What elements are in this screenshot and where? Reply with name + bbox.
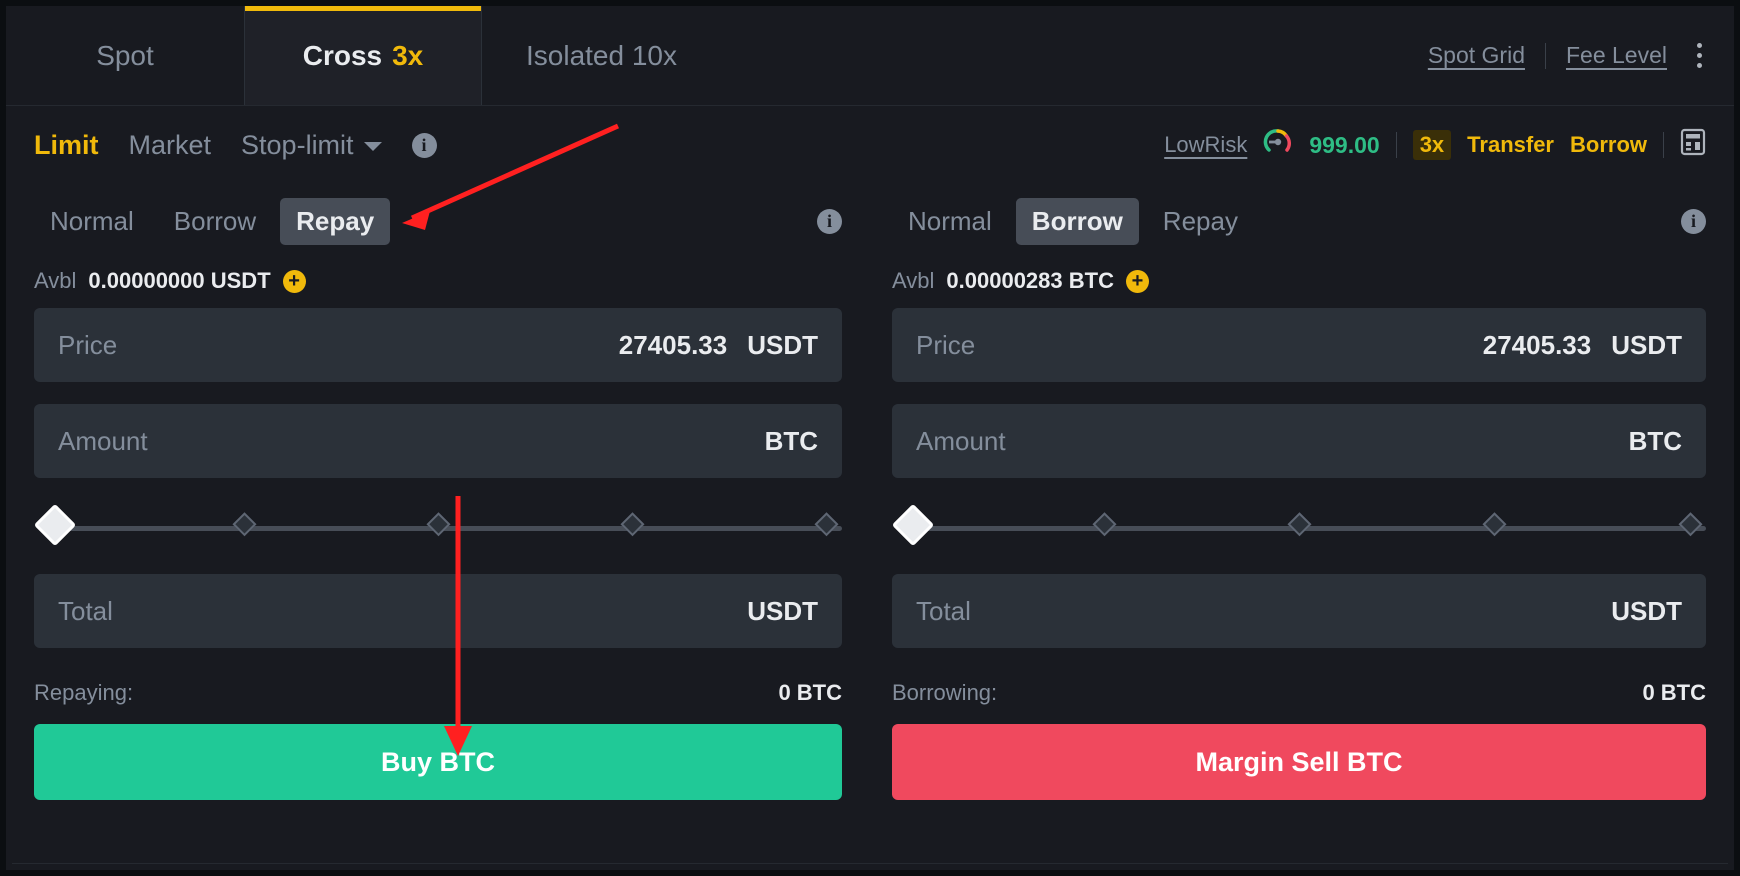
- sell-amount-field[interactable]: Amount BTC: [892, 404, 1706, 478]
- buy-price-value: 27405.33: [618, 329, 728, 360]
- buy-price-field[interactable]: Price 27405.33 USDT: [34, 308, 842, 382]
- order-type-market[interactable]: Market: [129, 130, 212, 161]
- sell-price-unit: USDT: [1611, 329, 1682, 360]
- risk-value: 999.00: [1309, 131, 1380, 158]
- tabbar-actions: Spot Grid Fee Level: [1428, 6, 1734, 105]
- borrow-link[interactable]: Borrow: [1570, 132, 1647, 158]
- sell-price-value: 27405.33: [1482, 329, 1592, 360]
- sell-slider-tick-75[interactable]: [1482, 512, 1507, 537]
- sell-total-unit: USDT: [1611, 595, 1682, 626]
- repaying-label: Repaying:: [34, 680, 134, 705]
- divider: [1663, 132, 1664, 158]
- spot-grid-link[interactable]: Spot Grid: [1428, 42, 1525, 69]
- tab-isolated[interactable]: Isolated 10x: [482, 6, 721, 105]
- sell-mode-row: Normal Borrow Repay i: [892, 188, 1706, 254]
- buy-mode-repay[interactable]: Repay: [280, 197, 391, 245]
- buy-order-form: Normal Borrow Repay i Avbl 0.00000000 US…: [6, 184, 870, 800]
- order-forms: Normal Borrow Repay i Avbl 0.00000000 US…: [6, 184, 1734, 800]
- divider: [1395, 132, 1397, 158]
- buy-mode-info-icon[interactable]: i: [817, 208, 842, 234]
- order-type-row: Limit Market Stop-limit i LowRisk 999.00…: [6, 106, 1734, 184]
- order-type-tabs: Limit Market Stop-limit i: [34, 130, 437, 161]
- divider: [1544, 42, 1546, 69]
- sell-total-field[interactable]: Total USDT: [892, 574, 1706, 648]
- buy-mode-tabs: Normal Borrow Repay: [34, 197, 391, 245]
- sell-mode-borrow[interactable]: Borrow: [1015, 197, 1139, 245]
- sell-mode-info-icon[interactable]: i: [1681, 208, 1706, 234]
- sell-amount-unit: BTC: [1628, 425, 1682, 456]
- tab-isolated-label: Isolated 10x: [526, 39, 677, 71]
- order-type-info-icon[interactable]: i: [411, 132, 437, 158]
- fee-level-link[interactable]: Fee Level: [1566, 42, 1667, 69]
- kebab-menu-icon[interactable]: [1687, 37, 1712, 74]
- sell-available-balance: Avbl 0.00000283 BTC +: [892, 254, 1706, 308]
- buy-slider-handle[interactable]: [33, 503, 77, 547]
- sell-slider-tick-50[interactable]: [1287, 512, 1312, 537]
- buy-button[interactable]: Buy BTC: [34, 724, 842, 800]
- buy-available-balance: Avbl 0.00000000 USDT +: [34, 254, 842, 308]
- tab-cross-label: Cross: [302, 39, 383, 71]
- buy-mode-row: Normal Borrow Repay i: [34, 188, 842, 254]
- bottom-divider: [12, 863, 1728, 864]
- sell-mode-repay[interactable]: Repay: [1147, 198, 1254, 245]
- tab-spot-label: Spot: [96, 39, 154, 71]
- borrowing-label: Borrowing:: [892, 680, 998, 705]
- sell-mode-normal[interactable]: Normal: [892, 198, 1008, 245]
- buy-total-unit: USDT: [747, 595, 818, 626]
- sell-summary-row: Borrowing: 0 BTC: [892, 670, 1706, 716]
- leverage-badge[interactable]: 3x: [1412, 130, 1452, 160]
- buy-slider-tick-75[interactable]: [620, 512, 645, 537]
- sell-price-field[interactable]: Price 27405.33 USDT: [892, 308, 1706, 382]
- buy-avbl-value: 0.00000000 USDT: [88, 268, 271, 293]
- sell-total-label: Total: [916, 595, 971, 626]
- margin-status-group: LowRisk 999.00 3x Transfer Borrow: [1164, 127, 1706, 163]
- tab-cross[interactable]: Cross 3x: [244, 6, 482, 105]
- market-type-tabbar: Spot Cross 3x Isolated 10x Spot Grid Fee…: [6, 6, 1734, 106]
- buy-amount-unit: BTC: [764, 425, 818, 456]
- buy-summary-row: Repaying: 0 BTC: [34, 670, 842, 716]
- buy-avbl-label: Avbl: [34, 268, 77, 293]
- sell-mode-tabs: Normal Borrow Repay: [892, 197, 1254, 245]
- borrowing-value: 0 BTC: [1642, 680, 1706, 705]
- sell-avbl-label: Avbl: [892, 268, 935, 293]
- buy-slider-tick-25[interactable]: [232, 512, 257, 537]
- buy-amount-slider[interactable]: [33, 500, 842, 556]
- order-type-limit[interactable]: Limit: [34, 130, 99, 161]
- buy-total-field[interactable]: Total USDT: [34, 574, 842, 648]
- sell-order-form: Normal Borrow Repay i Avbl 0.00000283 BT…: [870, 184, 1734, 800]
- buy-mode-borrow[interactable]: Borrow: [158, 198, 272, 245]
- buy-price-label: Price: [58, 329, 118, 360]
- sell-price-label: Price: [916, 329, 976, 360]
- buy-total-label: Total: [58, 595, 113, 626]
- buy-slider-tick-100[interactable]: [814, 512, 839, 537]
- sell-slider-tick-100[interactable]: [1678, 512, 1703, 537]
- risk-gauge-icon: [1263, 127, 1293, 163]
- margin-sell-button[interactable]: Margin Sell BTC: [892, 724, 1706, 800]
- tab-cross-leverage: 3x: [392, 39, 424, 71]
- calculator-icon[interactable]: [1680, 128, 1706, 162]
- sell-slider-handle[interactable]: [891, 503, 935, 547]
- plus-circle-icon[interactable]: +: [1125, 269, 1149, 293]
- buy-price-unit: USDT: [747, 329, 818, 360]
- sell-amount-slider[interactable]: [891, 500, 1706, 556]
- buy-amount-field[interactable]: Amount BTC: [34, 404, 842, 478]
- sell-avbl-value: 0.00000283 BTC: [946, 268, 1114, 293]
- transfer-link[interactable]: Transfer: [1467, 132, 1554, 158]
- order-type-stop-limit[interactable]: Stop-limit: [241, 130, 382, 161]
- order-type-stop-limit-label: Stop-limit: [241, 129, 354, 160]
- sell-amount-label: Amount: [916, 425, 1006, 456]
- buy-mode-normal[interactable]: Normal: [34, 198, 150, 245]
- chevron-down-icon[interactable]: [363, 141, 382, 151]
- buy-amount-label: Amount: [58, 425, 148, 456]
- tab-spot[interactable]: Spot: [6, 6, 244, 105]
- plus-circle-icon[interactable]: +: [282, 269, 306, 293]
- repaying-value: 0 BTC: [778, 680, 842, 705]
- margin-trading-panel: Spot Cross 3x Isolated 10x Spot Grid Fee…: [0, 0, 1740, 876]
- buy-slider-tick-50[interactable]: [426, 512, 451, 537]
- tabbar-spacer: [721, 6, 1428, 105]
- risk-level-link[interactable]: LowRisk: [1164, 132, 1247, 158]
- sell-slider-tick-25[interactable]: [1091, 512, 1117, 537]
